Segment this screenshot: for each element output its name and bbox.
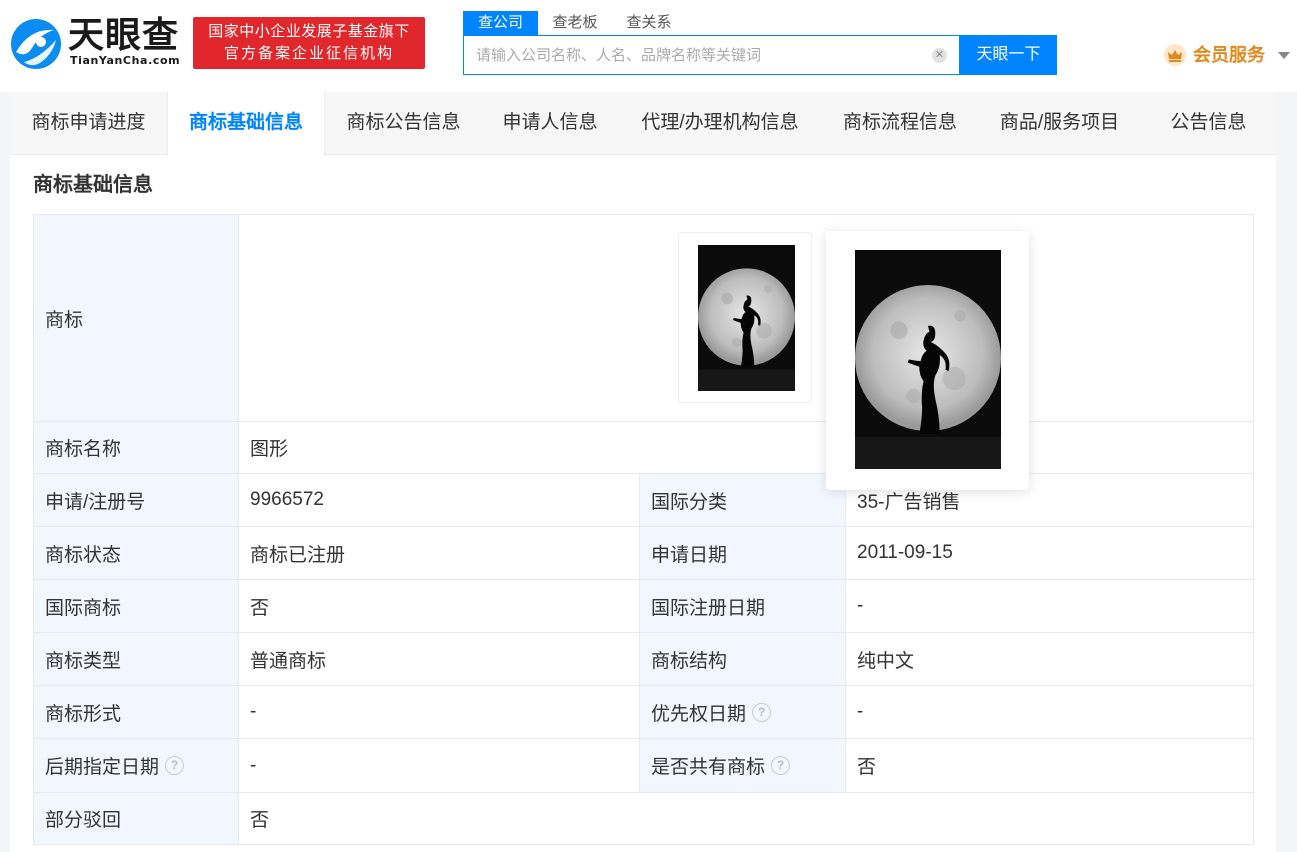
chevron-down-icon (1278, 52, 1290, 59)
row-value-2: 否 (846, 739, 1254, 792)
row-label: 申请/注册号 (34, 474, 239, 526)
row-label-2: 国际注册日期 (640, 580, 846, 632)
search-tab-boss[interactable]: 查老板 (538, 11, 612, 35)
trademark-thumbnail[interactable] (678, 232, 812, 403)
slogan-badge: 国家中小企业发展子基金旗下 官方备案企业征信机构 (193, 17, 425, 69)
row-value: 否 (239, 793, 1254, 844)
row-label: 后期指定日期 (45, 757, 160, 778)
crown-icon (1164, 44, 1186, 66)
table-row: 商标形式 - 优先权日期 ? - (34, 686, 1254, 739)
tab-agency-info[interactable]: 代理/办理机构信息 (618, 92, 822, 155)
row-label-2-wrap: 是否共有商标 ? (640, 739, 846, 792)
logo-eye-icon (10, 18, 62, 70)
row-label-2: 申请日期 (640, 527, 846, 579)
table-row: 商标类型 普通商标 商标结构 纯中文 (34, 633, 1254, 686)
trademark-image (698, 245, 795, 391)
row-label-wrap: 后期指定日期 ? (34, 739, 239, 792)
tab-announcement-info[interactable]: 商标公告信息 (325, 92, 482, 155)
row-label-2: 优先权日期 (651, 703, 747, 725)
logo-text: 天眼查 (68, 15, 180, 56)
tab-goods-services[interactable]: 商品/服务项目 (978, 92, 1141, 155)
row-label: 国际商标 (34, 580, 239, 632)
tab-application-progress[interactable]: 商标申请进度 (10, 92, 167, 155)
table-row: 商标名称 图形 (34, 422, 1254, 474)
row-value: 图形 (239, 422, 1254, 473)
row-label: 商标形式 (34, 686, 239, 738)
search-box: ✕ (463, 35, 960, 75)
table-row: 商标 (34, 215, 1254, 422)
table-row: 申请/注册号 9966572 国际分类 35-广告销售 (34, 474, 1254, 527)
row-value: 9966572 (239, 474, 640, 526)
row-label: 部分驳回 (34, 793, 239, 844)
help-icon[interactable]: ? (752, 702, 772, 722)
clear-icon[interactable]: ✕ (932, 48, 947, 63)
top-header: 天眼查 TianYanCha.com 国家中小企业发展子基金旗下 官方备案企业征… (0, 0, 1297, 92)
help-icon[interactable]: ? (771, 756, 791, 775)
row-value-2: - (846, 686, 1254, 738)
row-label-2: 是否共有商标 (651, 757, 766, 778)
row-label-2: 国际分类 (640, 474, 846, 526)
row-label: 商标类型 (34, 633, 239, 685)
tab-basic-info[interactable]: 商标基础信息 (167, 92, 325, 156)
logo-domain: TianYanCha.com (70, 54, 181, 67)
tab-notice-info[interactable]: 公告信息 (1141, 92, 1276, 155)
slogan-line-1: 国家中小企业发展子基金旗下 (208, 23, 410, 40)
vip-service-label: 会员服务 (1193, 45, 1265, 65)
tab-process-info[interactable]: 商标流程信息 (822, 92, 978, 155)
trademark-tab-nav: 商标申请进度 商标基础信息 商标公告信息 申请人信息 代理/办理机构信息 商标流… (10, 92, 1276, 156)
tianyancha-logo[interactable]: 天眼查 TianYanCha.com (10, 16, 185, 72)
trademark-info-table: 商标 商标名称 图形 申请/注册号 9966572 国际分类 35-广告销售 商… (33, 214, 1254, 845)
search-button[interactable]: 天眼一下 (960, 35, 1057, 75)
table-row: 国际商标 否 国际注册日期 - (34, 580, 1254, 633)
help-icon[interactable]: ? (165, 756, 185, 775)
tab-applicant-info[interactable]: 申请人信息 (482, 92, 618, 155)
row-label: 商标名称 (34, 422, 239, 473)
slogan-line-2: 官方备案企业征信机构 (223, 45, 394, 62)
section-title: 商标基础信息 (33, 174, 153, 196)
search-input[interactable] (464, 36, 924, 74)
row-value-2: - (846, 580, 1254, 632)
search-tab-company[interactable]: 查公司 (463, 11, 538, 35)
row-value-2: 纯中文 (846, 633, 1254, 685)
trademark-preview-popup (826, 231, 1029, 490)
row-value: - (239, 686, 640, 738)
row-value: 商标已注册 (239, 527, 640, 579)
row-label-2-wrap: 优先权日期 ? (640, 686, 846, 738)
trademark-image-large (855, 250, 1001, 469)
row-value: 普通商标 (239, 633, 640, 685)
table-row: 后期指定日期 ? - 是否共有商标 ? 否 (34, 739, 1254, 793)
row-value: - (239, 739, 640, 792)
table-row: 部分驳回 否 (34, 793, 1254, 845)
row-label-2: 商标结构 (640, 633, 846, 685)
row-label: 商标状态 (34, 527, 239, 579)
row-value-2: 2011-09-15 (846, 527, 1254, 579)
row-value: 否 (239, 580, 640, 632)
main-content: 商标申请进度 商标基础信息 商标公告信息 申请人信息 代理/办理机构信息 商标流… (10, 92, 1276, 852)
table-row: 商标状态 商标已注册 申请日期 2011-09-15 (34, 527, 1254, 580)
trademark-label: 商标 (34, 215, 239, 421)
search-tab-relation[interactable]: 查关系 (612, 11, 686, 35)
